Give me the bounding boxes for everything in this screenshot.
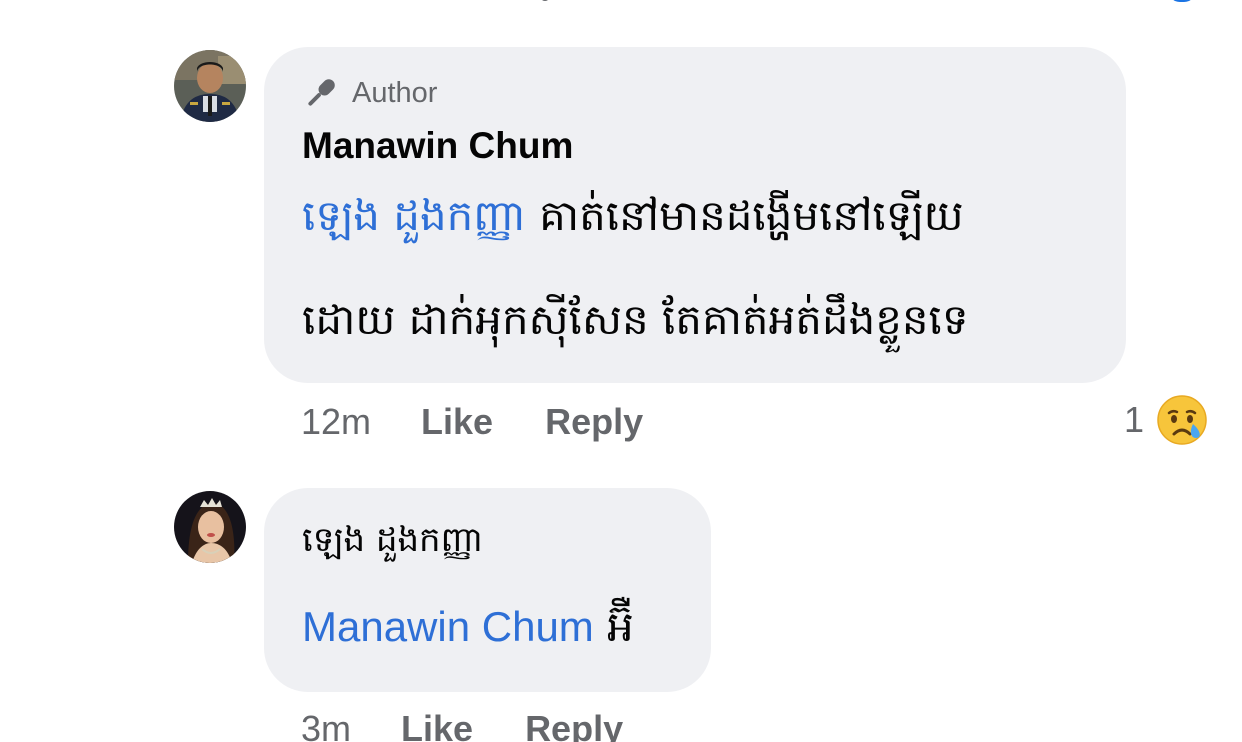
reaction-summary[interactable]: 1 <box>1124 394 1208 446</box>
like-button[interactable]: Like <box>401 708 473 742</box>
comment-text: អ៊ឺ <box>607 602 634 651</box>
comment-text: គាត់នៅមានដង្ហើមនៅឡើយ <box>539 191 964 240</box>
comment-thread: Author Manawin Chum ឡេង ដួងកញ្ញា គាត់នៅម… <box>0 0 1242 742</box>
commenter-name[interactable]: ឡេង ដួងកញ្ញា <box>302 518 483 568</box>
comment-bubble: Author Manawin Chum ឡេង ដួងកញ្ញា គាត់នៅម… <box>264 47 1126 383</box>
avatar[interactable] <box>174 491 246 563</box>
reaction-count: 1 <box>1124 399 1145 440</box>
avatar-image <box>174 50 246 122</box>
author-badge-label: Author <box>352 76 438 109</box>
microphone-icon <box>308 79 335 106</box>
mention-link[interactable]: Manawin Chum <box>302 603 594 650</box>
avatar[interactable] <box>174 50 246 122</box>
reply-button[interactable]: Reply <box>525 708 623 742</box>
crying-face-emoji-icon <box>1157 395 1207 445</box>
partial-icon <box>540 0 550 1</box>
comment-text-line-1: ឡេង ដួងកញ្ញា គាត់នៅមានដង្ហើមនៅឡើយ <box>302 189 964 251</box>
mention-link[interactable]: ឡេង ដួងកញ្ញា <box>302 191 526 240</box>
comment-timestamp[interactable]: 12m <box>301 401 371 443</box>
comment-bubble: ឡេង ដួងកញ្ញា Manawin Chum អ៊ឺ <box>264 488 711 692</box>
author-badge: Author <box>302 75 437 111</box>
partial-reaction-icon <box>1168 0 1196 2</box>
comment-actions: 12m Like Reply <box>301 401 695 443</box>
comment-actions: 3m Like Reply <box>301 708 675 742</box>
reply-button[interactable]: Reply <box>545 401 643 443</box>
comment-text-line-2: ដោយ ដាក់អុកស៊ីសែន តែគាត់អត់ដឹងខ្លួនទេ <box>302 295 969 344</box>
previous-comment-actions-fragment <box>0 0 1242 4</box>
like-button[interactable]: Like <box>421 401 493 443</box>
comment-timestamp[interactable]: 3m <box>301 708 351 742</box>
comment-text-line-1: Manawin Chum អ៊ឺ <box>302 600 634 662</box>
commenter-name[interactable]: Manawin Chum <box>302 125 573 167</box>
avatar-image <box>174 491 246 563</box>
